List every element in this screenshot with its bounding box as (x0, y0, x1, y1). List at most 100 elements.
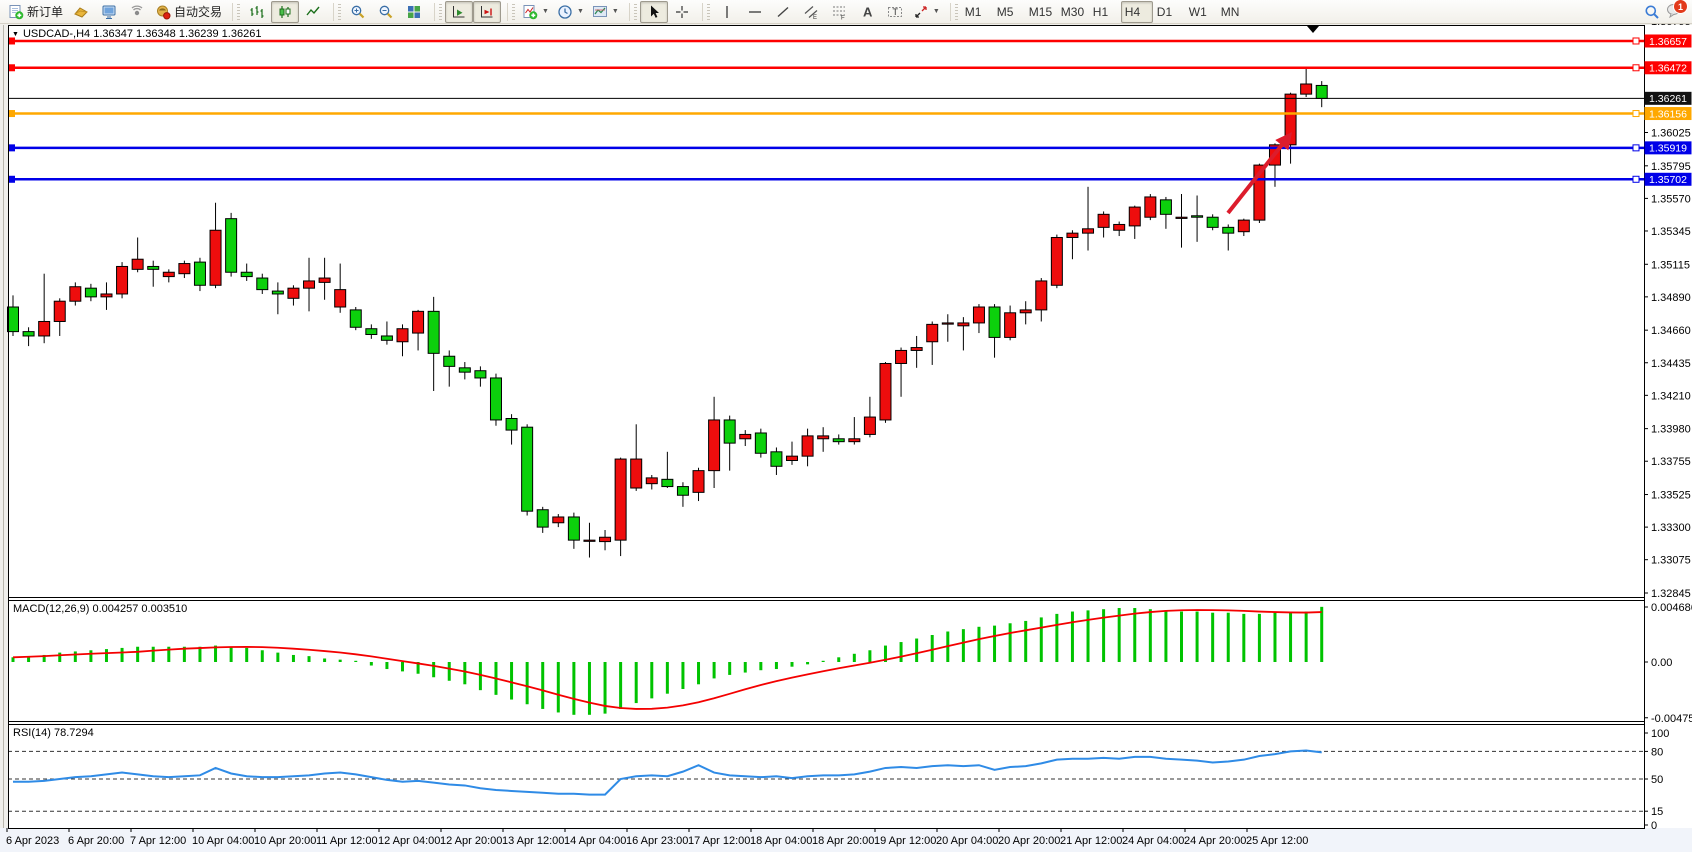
candle (148, 266, 159, 269)
hline-right-handle[interactable] (1633, 111, 1639, 117)
periods-dropdown-icon[interactable]: ▼ (577, 8, 584, 15)
time-axis-label: 20 Apr 20:00 (998, 835, 1060, 847)
svg-text:F: F (841, 15, 845, 20)
time-axis-label: 20 Apr 04:00 (936, 835, 998, 847)
text-button[interactable]: A (853, 1, 881, 23)
templates-dropdown-icon[interactable]: ▼ (612, 8, 619, 15)
candle (833, 439, 844, 442)
hline-right-handle[interactable] (1633, 65, 1639, 71)
candle (288, 288, 299, 298)
candle (927, 324, 938, 341)
candle (272, 291, 283, 294)
price-tick-label: 1.33525 (1651, 490, 1691, 502)
tf-W1-button[interactable]: W1 (1185, 1, 1217, 23)
price-tick-label: 1.32845 (1651, 588, 1691, 600)
arrows-button[interactable]: ▼ (909, 1, 944, 23)
new-order-button[interactable]: 新订单 (4, 1, 67, 23)
cursor-button[interactable] (640, 1, 668, 23)
tile-windows-button[interactable] (400, 1, 428, 23)
time-axis-label: 10 Apr 20:00 (254, 835, 316, 847)
templates-button[interactable]: ▼ (588, 1, 623, 23)
zoom-in-button[interactable] (344, 1, 372, 23)
candle (1067, 233, 1078, 237)
candle (958, 323, 969, 326)
crosshair-button[interactable] (668, 1, 696, 23)
autotrading-icon (155, 4, 171, 20)
fibonacci-button[interactable]: F (825, 1, 853, 23)
time-axis-label: 21 Apr 12:00 (1060, 835, 1122, 847)
svg-text:T: T (892, 7, 898, 17)
price-badge-label: 1.36156 (1649, 108, 1687, 120)
vertical-line-icon (719, 4, 735, 20)
notifications-icon[interactable]: 1 (1666, 2, 1682, 21)
line-chart-button[interactable] (299, 1, 327, 23)
market-watch-button[interactable] (67, 1, 95, 23)
candle (257, 278, 268, 290)
autotrading-button[interactable]: 自动交易 (151, 1, 226, 23)
hline-left-handle[interactable] (9, 111, 15, 117)
auto-scroll-button[interactable] (445, 1, 473, 23)
tf-H4-button[interactable]: H4 (1121, 1, 1153, 23)
toolbar-grip (634, 4, 637, 20)
arrows-dropdown-icon[interactable]: ▼ (933, 8, 940, 15)
chart-shift-icon (479, 4, 495, 20)
horizontal-line-button[interactable] (741, 1, 769, 23)
text-label-button[interactable]: T (881, 1, 909, 23)
hline-right-handle[interactable] (1633, 38, 1639, 44)
chart-shift-button[interactable] (473, 1, 501, 23)
hline-right-handle[interactable] (1633, 145, 1639, 151)
notification-badge: 1 (1673, 0, 1688, 14)
zoom-out-button[interactable] (372, 1, 400, 23)
hline-left-handle[interactable] (9, 65, 15, 71)
candle (23, 332, 34, 336)
candle (163, 272, 174, 276)
search-icon[interactable] (1638, 1, 1666, 23)
metaeditor-button[interactable] (95, 1, 123, 23)
candle (600, 537, 611, 541)
candle (381, 336, 392, 340)
periods-button[interactable]: ▼ (553, 1, 588, 23)
candle (1036, 281, 1047, 310)
equidistant-channel-button[interactable]: E (797, 1, 825, 23)
tf-M30-label: M30 (1061, 5, 1085, 19)
indicators-dropdown-icon[interactable]: ▼ (542, 8, 549, 15)
periods-icon (557, 4, 573, 20)
candle (117, 266, 128, 294)
candle (8, 307, 19, 332)
tf-H1-button[interactable]: H1 (1089, 1, 1121, 23)
toolbar-separator (507, 3, 508, 21)
hline-right-handle[interactable] (1633, 176, 1639, 182)
hline-left-handle[interactable] (9, 38, 15, 44)
price-badge-label: 1.35702 (1649, 174, 1687, 186)
rsi-scale-label: 15 (1651, 806, 1663, 818)
tf-M5-button[interactable]: M5 (993, 1, 1025, 23)
tf-D1-button[interactable]: D1 (1153, 1, 1185, 23)
tf-M1-button[interactable]: M1 (961, 1, 993, 23)
tf-M30-button[interactable]: M30 (1057, 1, 1089, 23)
auto-scroll-icon (451, 4, 467, 20)
tf-MN-button[interactable]: MN (1217, 1, 1249, 23)
price-tick-label: 1.35115 (1651, 259, 1690, 271)
crosshair-icon (674, 4, 690, 20)
vertical-line-button[interactable] (713, 1, 741, 23)
hline-left-handle[interactable] (9, 145, 15, 151)
candle (101, 294, 112, 297)
trendline-icon (775, 4, 791, 20)
tf-M15-button[interactable]: M15 (1025, 1, 1057, 23)
trendline-button[interactable] (769, 1, 797, 23)
bar-chart-button[interactable] (243, 1, 271, 23)
candle (522, 427, 533, 511)
time-axis-label: 10 Apr 04:00 (192, 835, 254, 847)
hline-left-handle[interactable] (9, 176, 15, 182)
signals-button[interactable] (123, 1, 151, 23)
zoom-in-icon (350, 4, 366, 20)
metaeditor-icon (101, 4, 117, 20)
price-badge-label: 1.36261 (1649, 93, 1687, 105)
candle (1160, 200, 1171, 214)
time-axis-label: 17 Apr 12:00 (688, 835, 750, 847)
time-axis-label: 25 Apr 12:00 (1246, 835, 1308, 847)
candlestick-chart-button[interactable] (271, 1, 299, 23)
candle (85, 288, 96, 297)
price-tick-label: 1.33980 (1651, 424, 1691, 436)
indicators-button[interactable]: ▼ (518, 1, 553, 23)
